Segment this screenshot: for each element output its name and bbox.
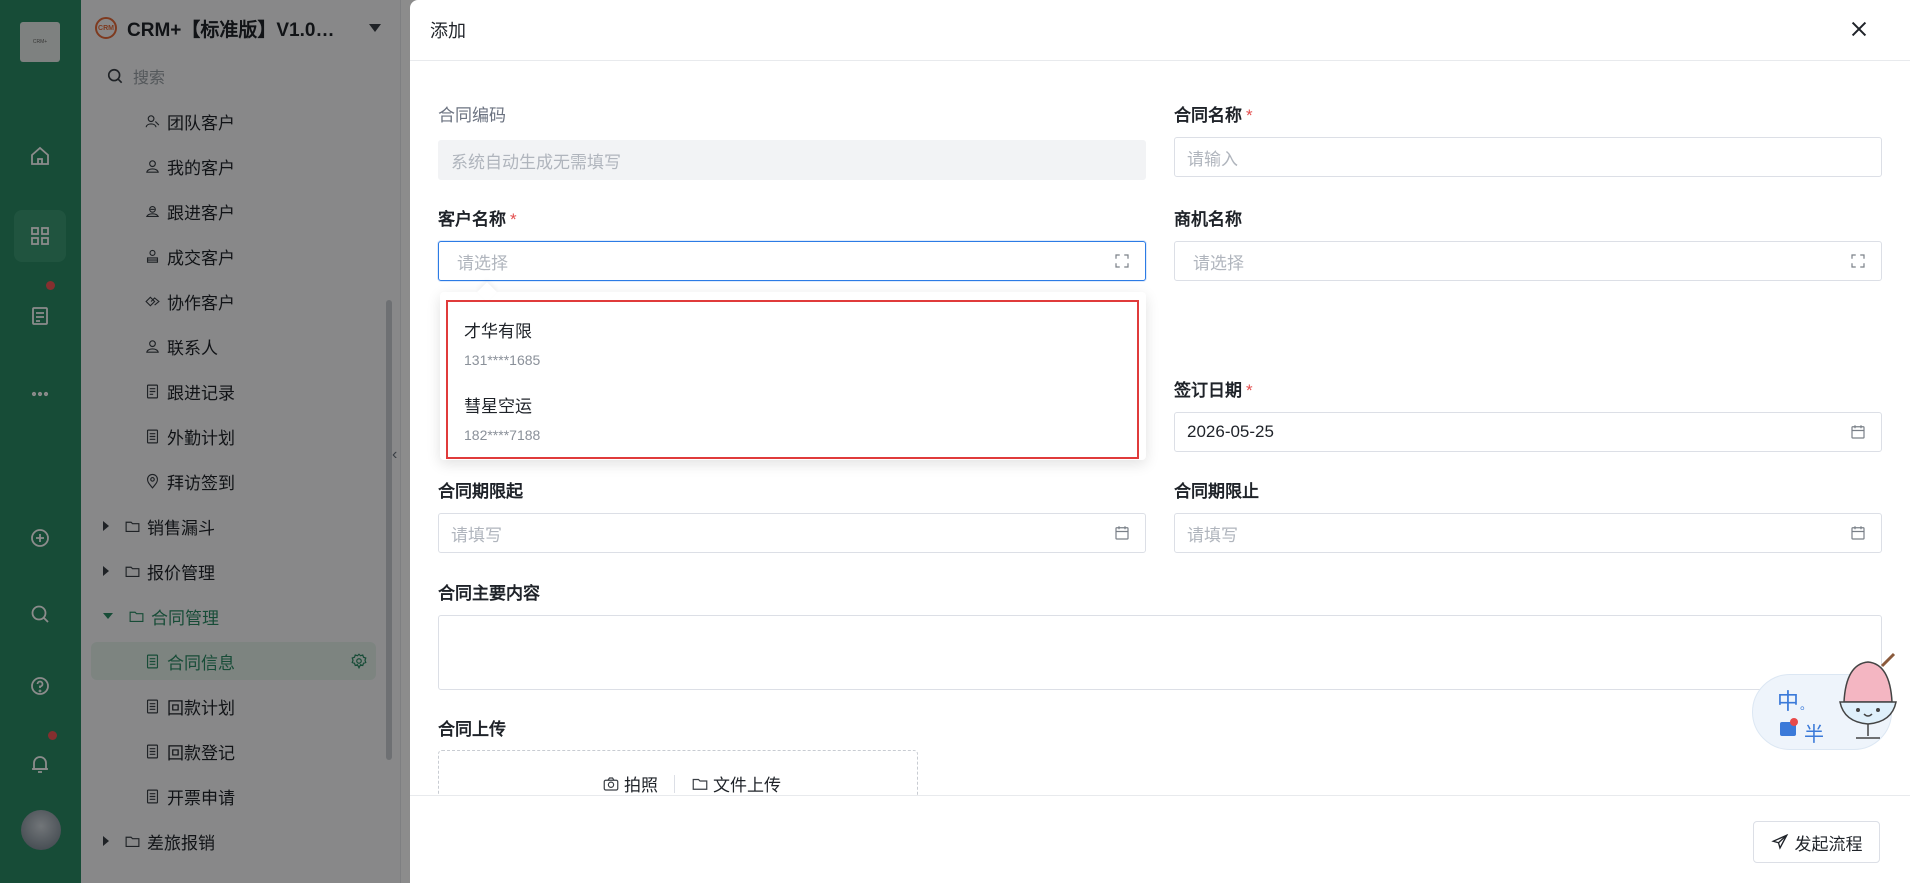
photo-button[interactable]: 拍照 bbox=[602, 771, 658, 796]
calendar-icon[interactable] bbox=[1849, 423, 1869, 443]
opportunity-name-select[interactable]: 请选择 bbox=[1174, 241, 1882, 281]
customer-name-select[interactable]: 请选择 bbox=[438, 241, 1146, 281]
main-content-label: 合同主要内容 bbox=[438, 584, 540, 603]
contract-code-field: 系统自动生成无需填写 bbox=[438, 140, 1146, 180]
contract-name-label: 合同名称 * bbox=[1174, 106, 1253, 125]
collapse-sidebar-handle[interactable]: ‹ bbox=[392, 446, 410, 472]
calendar-icon[interactable] bbox=[1113, 524, 1133, 544]
expand-icon[interactable] bbox=[1849, 252, 1869, 272]
customer-name-label: 客户名称 * bbox=[438, 210, 517, 229]
expand-icon[interactable] bbox=[1113, 252, 1133, 272]
file-upload-button[interactable]: 文件上传 bbox=[691, 771, 781, 796]
period-start-picker[interactable]: 请填写 bbox=[438, 513, 1146, 553]
contract-name-input[interactable]: 请输入 bbox=[1174, 137, 1882, 177]
period-end-picker[interactable]: 请填写 bbox=[1174, 513, 1882, 553]
drawer-title: 添加 bbox=[430, 21, 466, 41]
dropdown-highlight bbox=[446, 300, 1139, 459]
main-content-textarea[interactable] bbox=[438, 615, 1882, 690]
shaved-ice-icon bbox=[1839, 652, 1897, 739]
dropdown-option[interactable]: 彗星空运 182****7188 bbox=[464, 392, 540, 443]
start-process-button[interactable]: 发起流程 bbox=[1753, 821, 1880, 863]
period-start-label: 合同期限起 bbox=[438, 482, 523, 501]
sign-date-label: 签订日期 * bbox=[1174, 381, 1253, 400]
red-dot bbox=[1790, 718, 1798, 726]
dropdown-option[interactable]: 才华有限 131****1685 bbox=[464, 317, 540, 368]
drawer-footer: 发起流程 bbox=[410, 795, 1910, 883]
divider bbox=[674, 774, 675, 793]
send-icon bbox=[1770, 833, 1788, 850]
sign-date-picker[interactable]: 2026-05-25 bbox=[1174, 412, 1882, 452]
contract-code-label: 合同编码 bbox=[438, 106, 506, 125]
assistant-mascot[interactable]: 中 。 半 bbox=[1752, 652, 1902, 752]
close-icon[interactable] bbox=[1848, 18, 1872, 42]
upload-label: 合同上传 bbox=[438, 720, 506, 739]
calendar-icon[interactable] bbox=[1849, 524, 1869, 544]
period-end-label: 合同期限止 bbox=[1174, 482, 1259, 501]
camera-icon bbox=[603, 776, 619, 791]
customer-dropdown: 才华有限 131****1685 彗星空运 182****7188 bbox=[440, 282, 1146, 460]
folder-icon bbox=[692, 778, 708, 790]
drawer-header: 添加 bbox=[410, 0, 1910, 61]
opportunity-name-label: 商机名称 bbox=[1174, 210, 1242, 229]
